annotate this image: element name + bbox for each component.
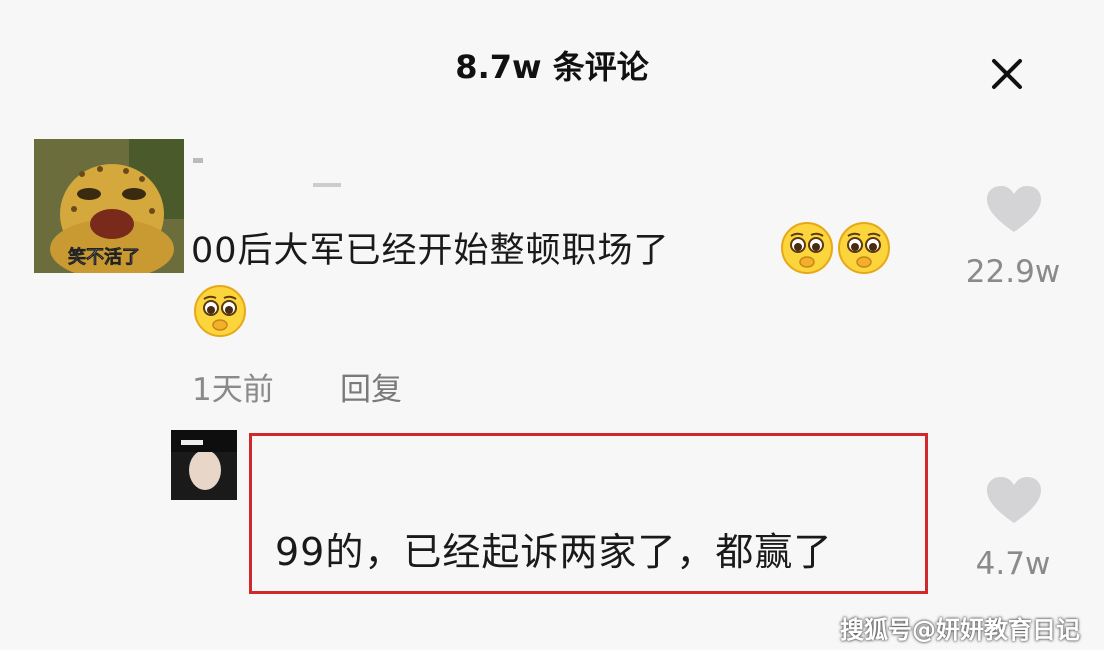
close-icon[interactable] xyxy=(985,52,1029,96)
avatar[interactable] xyxy=(171,430,237,500)
like-count: 4.7w xyxy=(975,546,1051,582)
pleading-face-icon xyxy=(781,222,833,274)
pleading-face-icon xyxy=(194,285,246,337)
like-count: 22.9w xyxy=(965,254,1061,290)
reply-button[interactable]: 回复 xyxy=(340,364,402,409)
comment-text: 00后大军已经开始整顿职场了 xyxy=(191,231,670,271)
comment-text: 99的，已经起诉两家了，都赢了 xyxy=(275,530,833,574)
heart-icon[interactable] xyxy=(985,476,1043,526)
username-redacted xyxy=(193,158,203,163)
pleading-face-icon xyxy=(838,222,890,274)
page-title: 8.7w 条评论 xyxy=(455,48,649,86)
avatar-caption: 笑不活了 xyxy=(68,246,140,268)
cheetah-avatar-image: 笑不活了 xyxy=(34,139,184,273)
avatar[interactable]: 笑不活了 xyxy=(34,139,184,273)
user-avatar-image xyxy=(171,430,237,500)
username-redacted xyxy=(313,183,341,187)
close-button[interactable] xyxy=(985,52,1029,96)
watermark: 搜狐号@妍妍教育日记 xyxy=(840,616,1080,644)
comment-time: 1天前 xyxy=(192,372,274,408)
heart-icon[interactable] xyxy=(985,185,1043,235)
